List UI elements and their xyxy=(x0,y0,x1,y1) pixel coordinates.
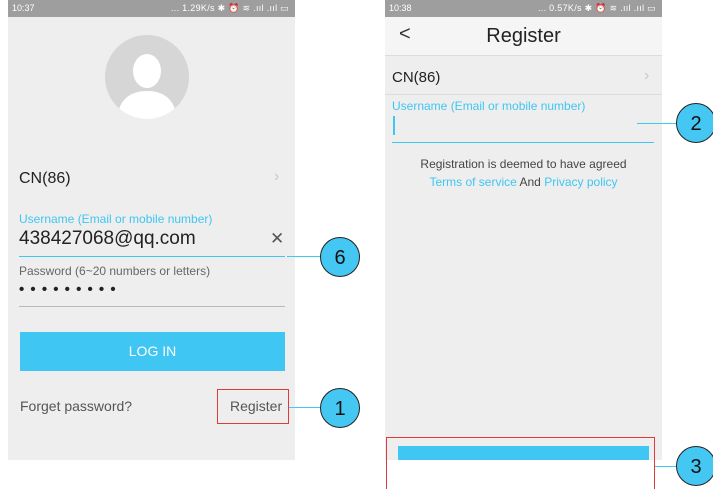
callout-6-connector xyxy=(287,256,323,257)
status-time: 10:38 xyxy=(389,3,412,13)
chevron-right-icon: › xyxy=(274,168,280,185)
register-highlight xyxy=(217,389,289,424)
status-indicators: ... 0.57K/s ✱ ⏰ ≋ .ııl .ııl ▭ xyxy=(537,3,656,13)
username-label: Username (Email or mobile number) xyxy=(392,99,586,113)
privacy-policy-link[interactable]: Privacy policy xyxy=(544,175,617,189)
terms-of-service-link[interactable]: Terms of service xyxy=(429,175,516,189)
callout-3: 3 xyxy=(676,446,713,486)
country-code[interactable]: CN(86) xyxy=(19,170,71,188)
callout-2: 2 xyxy=(676,103,713,143)
register-screen: 10:38 ... 0.57K/s ✱ ⏰ ≋ .ııl .ııl ▭ < Re… xyxy=(385,0,662,460)
status-time: 10:37 xyxy=(12,3,35,13)
username-input[interactable] xyxy=(392,142,654,143)
password-input[interactable]: • • • • • • • • • xyxy=(19,281,117,298)
callout-1: 1 xyxy=(320,388,360,428)
status-indicators: ... 1.29K/s ✱ ⏰ ≋ .ııl .ııl ▭ xyxy=(170,3,289,13)
status-bar: 10:37 ... 1.29K/s ✱ ⏰ ≋ .ııl .ııl ▭ xyxy=(8,0,295,17)
chevron-right-icon: › xyxy=(644,67,650,84)
country-code[interactable]: CN(86) xyxy=(392,69,440,86)
agreement-links: Terms of service And Privacy policy xyxy=(385,175,662,189)
username-label: Username (Email or mobile number) xyxy=(19,212,213,226)
password-underline xyxy=(19,306,285,307)
username-underline xyxy=(19,256,285,257)
status-bar: 10:38 ... 0.57K/s ✱ ⏰ ≋ .ııl .ııl ▭ xyxy=(385,0,662,17)
login-button[interactable]: LOG IN xyxy=(20,332,285,371)
title-bar: < Register xyxy=(385,17,662,56)
callout-6: 6 xyxy=(320,237,360,277)
avatar xyxy=(105,35,189,119)
activation-highlight xyxy=(386,437,655,489)
user-silhouette-icon xyxy=(117,54,177,119)
callout-2-connector xyxy=(637,123,679,124)
divider xyxy=(385,94,662,95)
username-input[interactable]: 438427068@qq.com xyxy=(19,228,196,250)
forget-password-link[interactable]: Forget password? xyxy=(20,398,132,414)
text-cursor xyxy=(393,116,395,135)
password-label: Password (6~20 numbers or letters) xyxy=(19,264,211,278)
callout-1-connector xyxy=(289,407,323,408)
page-title: Register xyxy=(486,25,561,47)
agreement-text: Registration is deemed to have agreed xyxy=(420,157,627,171)
and-text: And xyxy=(519,175,541,189)
clear-icon[interactable]: ✕ xyxy=(270,229,284,249)
